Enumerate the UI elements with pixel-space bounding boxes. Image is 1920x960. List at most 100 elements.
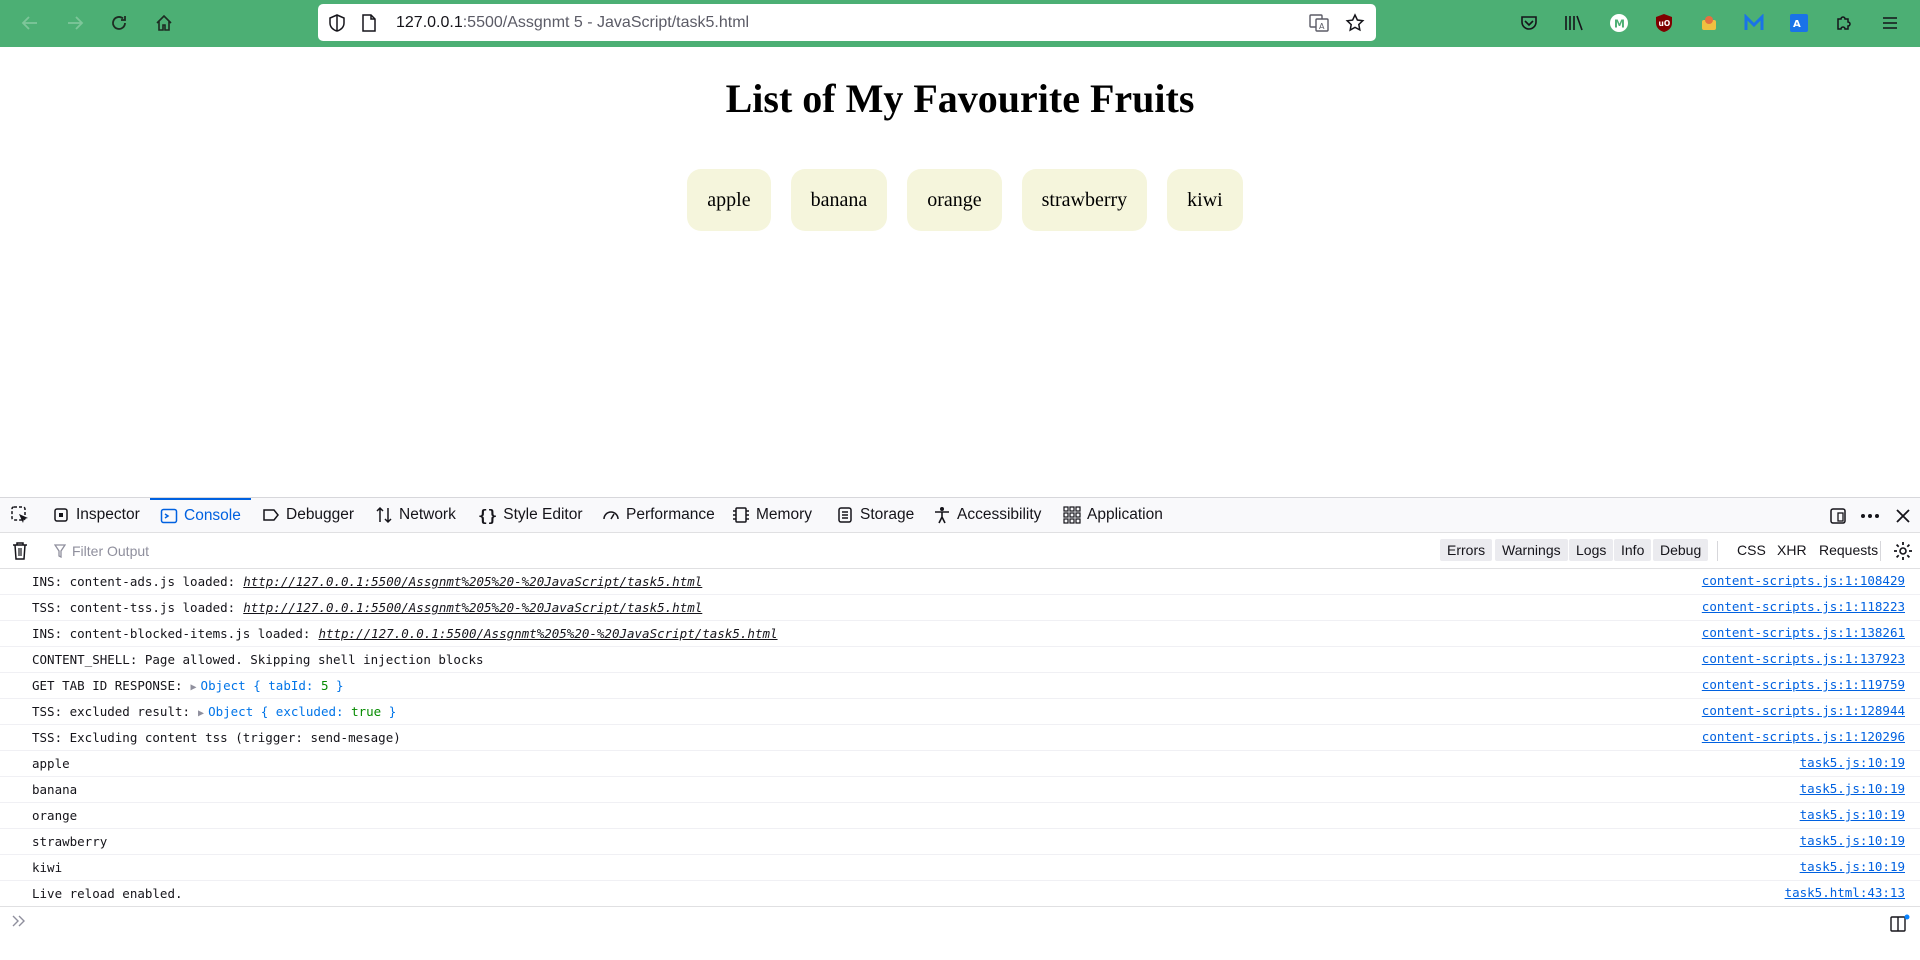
star-icon[interactable] [1344, 12, 1366, 34]
m-extension-icon[interactable]: M [1606, 10, 1632, 36]
log-message: GET TAB ID RESPONSE: [32, 678, 183, 693]
log-source-link[interactable]: content-scripts.js:1:137923 [1702, 651, 1905, 666]
console-log-row: Live reload enabled. task5.html:43:13 [0, 881, 1920, 907]
tab-memory[interactable]: Memory [732, 498, 812, 532]
fruit-item: kiwi [1167, 169, 1243, 231]
filter-output-input[interactable] [52, 540, 552, 562]
tab-style-editor[interactable]: {} Style Editor [478, 498, 583, 532]
menu-icon[interactable] [1877, 10, 1903, 36]
filter-xhr-button[interactable]: XHR [1770, 539, 1814, 561]
console-input[interactable] [0, 906, 1920, 937]
library-icon[interactable] [1561, 10, 1587, 36]
tab-accessibility[interactable]: Accessibility [933, 498, 1041, 532]
tab-console[interactable]: Console [150, 498, 251, 532]
log-source-link[interactable]: task5.js:10:19 [1800, 755, 1905, 770]
log-source-link[interactable]: content-scripts.js:1:118223 [1702, 599, 1905, 614]
fruit-item: banana [790, 169, 888, 231]
filter-requests-button[interactable]: Requests [1812, 539, 1885, 561]
tab-label: Application [1087, 506, 1163, 523]
page-icon[interactable] [358, 12, 380, 34]
home-icon[interactable] [149, 8, 179, 38]
element-picker-icon[interactable] [10, 498, 30, 532]
log-url-link[interactable]: http://127.0.0.1:5500/Assgnmt%205%20-%20… [318, 626, 777, 641]
url-text[interactable]: 127.0.0.1:5500/Assgnmt 5 - JavaScript/ta… [396, 14, 749, 32]
filter-css-button[interactable]: CSS [1730, 539, 1773, 561]
tab-inspector[interactable]: Inspector [52, 498, 140, 532]
console-log-row: apple task5.js:10:19 [0, 751, 1920, 777]
reload-icon[interactable] [104, 8, 134, 38]
fruit-item: apple [687, 169, 771, 231]
tab-label: Debugger [286, 506, 355, 523]
log-object[interactable]: ▶ Object { tabId: 5 } [191, 678, 344, 693]
puzzle-icon[interactable] [1831, 10, 1857, 36]
tab-label: Style Editor [503, 506, 583, 523]
log-url-link[interactable]: http://127.0.0.1:5500/Assgnmt%205%20-%20… [243, 600, 702, 615]
tab-label: Performance [626, 506, 715, 523]
extension-icon[interactable] [1696, 10, 1722, 36]
log-source-link[interactable]: task5.js:10:19 [1800, 781, 1905, 796]
filter-info-button[interactable]: Info [1614, 539, 1652, 561]
log-source-link[interactable]: task5.js:10:19 [1800, 833, 1905, 848]
tab-debugger[interactable]: Debugger [262, 498, 354, 532]
log-source-link[interactable]: task5.html:43:13 [1785, 885, 1905, 900]
log-source-link[interactable]: task5.js:10:19 [1800, 807, 1905, 822]
back-arrow-icon[interactable] [15, 8, 45, 38]
tab-storage[interactable]: Storage [836, 498, 914, 532]
console-log-row: TSS: content-tss.js loaded: http://127.0.… [0, 595, 1920, 621]
pocket-icon[interactable] [1516, 10, 1542, 36]
more-options-icon[interactable] [1860, 506, 1880, 526]
object-value: true [351, 704, 382, 719]
log-message: CONTENT_SHELL: Page allowed. Skipping sh… [32, 652, 484, 667]
svg-text:A: A [1793, 19, 1801, 30]
responsive-design-icon[interactable] [1828, 506, 1848, 526]
malwarebytes-icon[interactable] [1741, 10, 1767, 36]
log-source-link[interactable]: content-scripts.js:1:108429 [1702, 573, 1905, 588]
expand-triangle-icon[interactable]: ▶ [198, 708, 204, 719]
application-icon [1063, 506, 1081, 524]
double-chevron-icon [12, 914, 26, 931]
log-source-link[interactable]: content-scripts.js:1:119759 [1702, 677, 1905, 692]
console-log-row: CONTENT_SHELL: Page allowed. Skipping sh… [0, 647, 1920, 673]
log-source-link[interactable]: content-scripts.js:1:120296 [1702, 729, 1905, 744]
console-output: INS: content-ads.js loaded: http://127.0.… [0, 569, 1920, 907]
page-content: List of My Favourite Fruits apple banana… [0, 47, 1920, 497]
ublock-icon[interactable]: uO [1651, 10, 1677, 36]
console-log-row: orange task5.js:10:19 [0, 803, 1920, 829]
log-url-link[interactable]: http://127.0.0.1:5500/Assgnmt%205%20-%20… [243, 574, 702, 589]
url-bar[interactable]: 127.0.0.1:5500/Assgnmt 5 - JavaScript/ta… [318, 4, 1376, 41]
editor-mode-icon[interactable] [1890, 914, 1910, 932]
close-icon[interactable] [1893, 506, 1913, 526]
tab-label: Memory [756, 506, 812, 523]
translate-icon[interactable]: A [1308, 12, 1330, 34]
filter-errors-button[interactable]: Errors [1440, 539, 1493, 561]
browser-toolbar: 127.0.0.1:5500/Assgnmt 5 - JavaScript/ta… [0, 0, 1920, 47]
translate-extension-icon[interactable]: A [1786, 10, 1812, 36]
filter-debug-button[interactable]: Debug [1653, 539, 1709, 561]
tab-performance[interactable]: Performance [602, 498, 715, 532]
shield-icon[interactable] [326, 12, 348, 34]
log-source-link[interactable]: task5.js:10:19 [1800, 859, 1905, 874]
devtools-tabbar: Inspector Console Debugger Network {} St… [0, 498, 1920, 533]
fruit-list: apple banana orange strawberry kiwi [0, 169, 1920, 231]
expand-triangle-icon[interactable]: ▶ [191, 682, 197, 693]
filter-warnings-button[interactable]: Warnings [1495, 539, 1568, 561]
log-message: TSS: content-tss.js loaded: [32, 600, 236, 615]
object-value: 5 [320, 678, 329, 693]
settings-gear-icon[interactable] [1893, 541, 1913, 564]
log-object[interactable]: ▶ Object { excluded: true } [198, 704, 396, 719]
fruit-item: orange [907, 169, 1002, 231]
filter-logs-button[interactable]: Logs [1569, 539, 1614, 561]
network-icon [376, 506, 392, 524]
log-message: banana [32, 782, 78, 797]
tab-network[interactable]: Network [375, 498, 456, 532]
braces-icon: {} [478, 505, 498, 525]
log-source-link[interactable]: content-scripts.js:1:138261 [1702, 625, 1905, 640]
tab-label: Storage [860, 506, 915, 523]
trash-icon[interactable] [11, 541, 29, 564]
tab-label: Inspector [76, 506, 140, 523]
log-source-link[interactable]: content-scripts.js:1:128944 [1702, 703, 1905, 718]
forward-arrow-icon[interactable] [60, 8, 90, 38]
page-title: List of My Favourite Fruits [725, 76, 1195, 121]
object-key: Object { tabId: [200, 678, 321, 693]
tab-application[interactable]: Application [1063, 498, 1163, 532]
